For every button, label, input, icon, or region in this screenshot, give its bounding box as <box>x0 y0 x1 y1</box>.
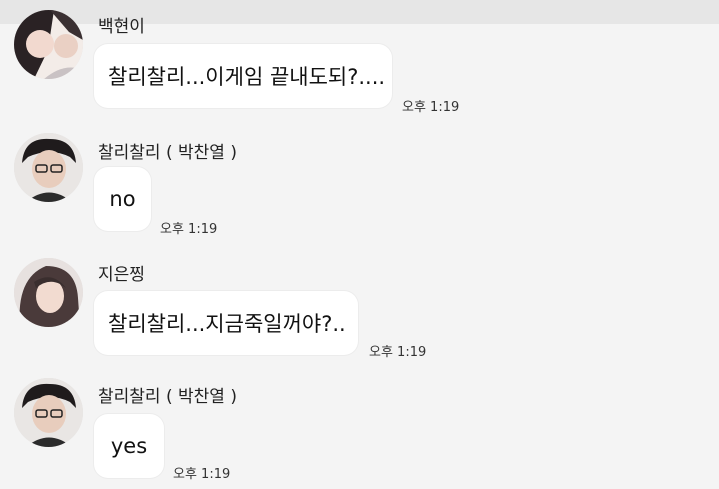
sender-name: 찰리찰리 ( 박찬열 ) <box>98 143 237 163</box>
message-bubble: yes <box>94 414 164 478</box>
avatar[interactable] <box>14 378 83 447</box>
message-text: yes <box>110 434 148 458</box>
avatar[interactable] <box>14 133 83 202</box>
message-time: 오후 1:19 <box>160 222 218 237</box>
message-text: 찰리찰리...지금죽일꺼야?.. <box>108 312 346 336</box>
message-bubble: 찰리찰리...지금죽일꺼야?.. <box>94 291 358 355</box>
avatar[interactable] <box>14 10 83 79</box>
message-time: 오후 1:19 <box>173 467 231 482</box>
sender-name: 지은찡 <box>98 265 145 285</box>
message-text: no <box>109 187 136 211</box>
message-time: 오후 1:19 <box>369 345 427 360</box>
couple-photo-icon <box>14 10 83 79</box>
message-bubble: no <box>94 167 151 231</box>
profile-photo-icon <box>14 258 83 327</box>
avatar[interactable] <box>14 258 83 327</box>
sender-name: 찰리찰리 ( 박찬열 ) <box>98 387 237 407</box>
message-time: 오후 1:19 <box>402 100 460 115</box>
sender-name: 백현이 <box>98 17 145 37</box>
profile-photo-icon <box>14 133 83 202</box>
message-text: 찰리찰리...이게임 끝내도되?.... <box>108 65 386 89</box>
profile-photo-icon <box>14 378 83 447</box>
message-bubble: 찰리찰리...이게임 끝내도되?.... <box>94 44 392 108</box>
